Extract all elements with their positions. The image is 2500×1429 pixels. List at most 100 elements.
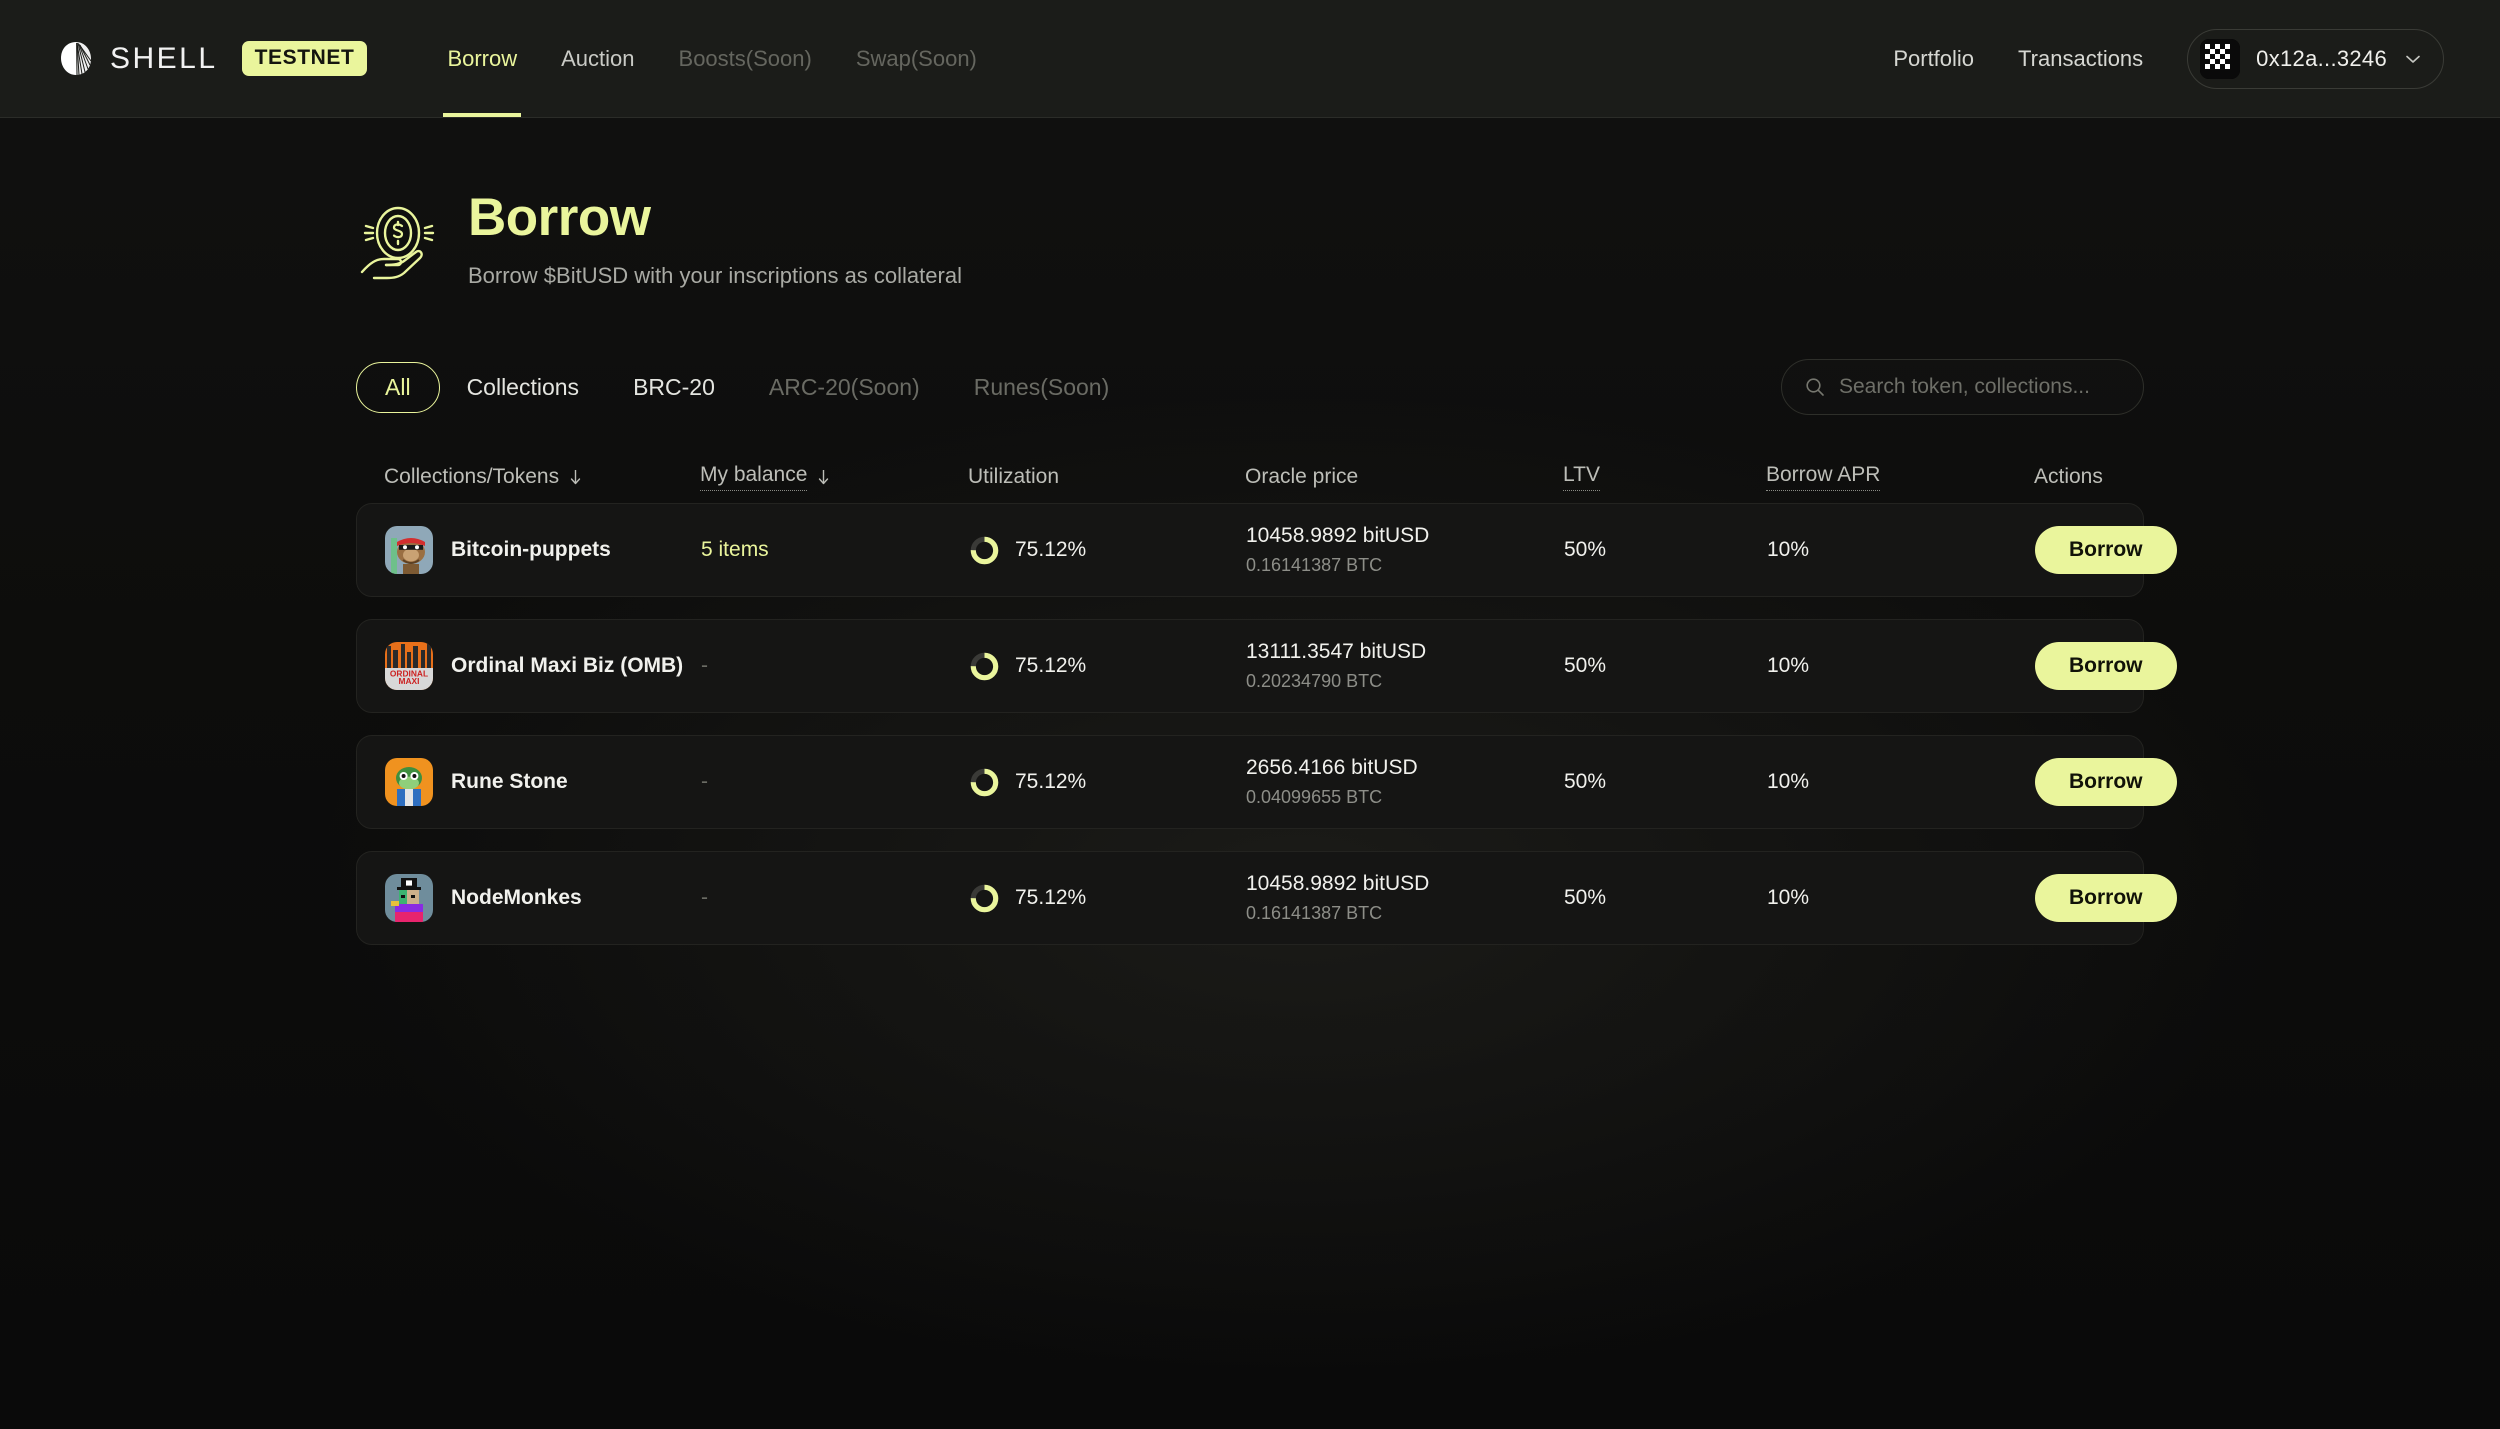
nav-item-borrow[interactable]: Borrow <box>425 0 539 117</box>
wallet-address: 0x12a...3246 <box>2256 45 2387 71</box>
row-balance: - <box>701 886 708 910</box>
row-actions: Borrow <box>2035 874 2209 923</box>
row-utilization: 75.12% <box>969 767 1246 798</box>
row-collection: Bitcoin-puppets <box>385 526 701 575</box>
row-borrow-apr: 10% <box>1767 654 1810 678</box>
row-actions: Borrow <box>2035 758 2209 807</box>
page-title: Borrow <box>468 188 651 247</box>
row-collection: Rune Stone <box>385 758 701 807</box>
nav-item-transactions[interactable]: Transactions <box>1996 46 2165 72</box>
rune-stone-avatar <box>385 758 433 807</box>
sort-arrow-down-icon <box>819 470 829 485</box>
main-nav: Borrow Auction Boosts(Soon) Swap(Soon) <box>425 0 998 117</box>
column-label: My balance <box>700 463 808 492</box>
table-row[interactable]: ORDINAL MAXI Ordinal Maxi Biz (OMB) - 75… <box>356 619 2177 714</box>
nav-label: Auction <box>561 45 635 71</box>
nav-item-boosts: Boosts(Soon) <box>657 0 834 117</box>
row-oracle-price: 2656.4166 bitUSD 0.04099655 BTC <box>1246 756 1564 808</box>
borrow-button[interactable]: Borrow <box>2035 758 2177 807</box>
row-balance: - <box>701 654 708 678</box>
tab-label: BRC-20 <box>633 373 715 400</box>
search-icon <box>1806 378 1824 396</box>
brand-name: SHELL <box>110 41 218 75</box>
tab-label: Collections <box>466 373 580 400</box>
header-right-cluster: Portfolio Transactions 0x12a...3246 <box>1871 28 2444 89</box>
tab-label: All <box>385 373 411 400</box>
row-oracle-price: 10458.9892 bitUSD 0.16141387 BTC <box>1246 524 1564 576</box>
column-header-utilization: Utilization <box>968 465 1245 489</box>
column-header-oracle-price: Oracle price <box>1245 465 1563 489</box>
tab-label: ARC-20(Soon) <box>768 373 920 400</box>
nav-label: Portfolio <box>1893 45 1975 71</box>
chevron-down-icon <box>2406 55 2420 63</box>
column-label: Utilization <box>968 465 1060 489</box>
utilization-donut-icon <box>970 652 999 680</box>
borrow-button[interactable]: Borrow <box>2035 642 2177 691</box>
column-header-my-balance[interactable]: My balance <box>700 463 968 492</box>
row-utilization: 75.12% <box>969 535 1246 566</box>
column-label: Collections/Tokens <box>384 465 560 489</box>
nav-label: Swap(Soon) <box>855 45 977 71</box>
row-balance: 5 items <box>701 538 769 562</box>
oracle-price-btc: 0.20234790 BTC <box>1246 671 1383 692</box>
tab-brc20[interactable]: BRC-20 <box>606 362 742 413</box>
oracle-price-btc: 0.16141387 BTC <box>1246 555 1383 576</box>
row-borrow-apr: 10% <box>1767 770 1810 794</box>
coin-in-hand-icon <box>360 206 435 280</box>
collection-name: Ordinal Maxi Biz (OMB) <box>451 653 684 677</box>
row-collection: NodeMonkes <box>385 874 701 923</box>
filter-tabs: All Collections BRC-20 ARC-20(Soon) Rune… <box>356 361 1136 413</box>
wallet-button[interactable]: 0x12a...3246 <box>2187 28 2444 89</box>
nav-item-swap: Swap(Soon) <box>834 0 999 117</box>
nav-item-portfolio[interactable]: Portfolio <box>1871 46 1996 72</box>
row-oracle-price: 10458.9892 bitUSD 0.16141387 BTC <box>1246 872 1564 924</box>
column-label: LTV <box>1563 463 1600 492</box>
row-utilization: 75.12% <box>969 883 1246 914</box>
bitcoin-puppets-avatar <box>385 526 433 575</box>
borrow-button[interactable]: Borrow <box>2035 526 2177 575</box>
table-row[interactable]: Bitcoin-puppets 5 items 75.12% 10458.989… <box>356 503 2177 598</box>
table-row[interactable]: NodeMonkes - 75.12% 10458.9892 bitUSD 0.… <box>356 851 2177 946</box>
row-balance: - <box>701 770 708 794</box>
nav-item-auction[interactable]: Auction <box>539 0 656 117</box>
tab-collections[interactable]: Collections <box>440 362 607 413</box>
brand-logo[interactable]: SHELL TESTNET <box>56 39 368 79</box>
ordinal-maxi-biz-avatar: ORDINAL MAXI <box>385 642 433 691</box>
markets-table: Collections/Tokens My balance Utilizatio… <box>356 451 2177 946</box>
row-collection: ORDINAL MAXI Ordinal Maxi Biz (OMB) <box>385 642 701 691</box>
oracle-price-usd: 10458.9892 bitUSD <box>1246 872 1430 896</box>
tab-all[interactable]: All <box>356 361 440 413</box>
column-label: Oracle price <box>1245 465 1359 489</box>
oracle-price-usd: 13111.3547 bitUSD <box>1246 640 1427 664</box>
column-header-actions: Actions <box>2034 465 2139 489</box>
row-actions: Borrow <box>2035 526 2209 575</box>
column-header-ltv: LTV <box>1563 463 1766 492</box>
utilization-value: 75.12% <box>1015 770 1087 794</box>
oracle-price-btc: 0.16141387 BTC <box>1246 903 1383 924</box>
shell-fan-logo-icon <box>61 41 92 75</box>
row-oracle-price: 13111.3547 bitUSD 0.20234790 BTC <box>1246 640 1564 692</box>
search-box[interactable] <box>1781 359 2144 416</box>
column-header-collections[interactable]: Collections/Tokens <box>384 465 700 489</box>
tab-arc20: ARC-20(Soon) <box>742 362 947 413</box>
page-content: Borrow Borrow $BitUSD with your inscript… <box>0 118 2500 946</box>
utilization-donut-icon <box>970 884 999 912</box>
testnet-badge: TESTNET <box>241 41 368 76</box>
nodemonkes-avatar <box>385 874 433 923</box>
collection-name: Bitcoin-puppets <box>451 537 611 561</box>
table-row[interactable]: Rune Stone - 75.12% 2656.4166 bitUSD 0.0… <box>356 735 2177 830</box>
nav-label: Transactions <box>2018 45 2144 71</box>
row-ltv: 50% <box>1564 886 1607 910</box>
borrow-button[interactable]: Borrow <box>2035 874 2177 923</box>
tab-label: Runes(Soon) <box>973 373 1110 400</box>
search-input[interactable] <box>1839 375 2121 400</box>
app-root: SHELL TESTNET Borrow Auction Boosts(Soon… <box>0 0 2500 1429</box>
oracle-price-btc: 0.04099655 BTC <box>1246 787 1383 808</box>
row-borrow-apr: 10% <box>1767 886 1810 910</box>
collection-name: Rune Stone <box>451 769 568 793</box>
oracle-price-usd: 10458.9892 bitUSD <box>1246 524 1430 548</box>
row-utilization: 75.12% <box>969 651 1246 682</box>
hero-text: Borrow Borrow $BitUSD with your inscript… <box>468 188 962 289</box>
utilization-value: 75.12% <box>1015 654 1087 678</box>
collection-name: NodeMonkes <box>451 885 582 909</box>
